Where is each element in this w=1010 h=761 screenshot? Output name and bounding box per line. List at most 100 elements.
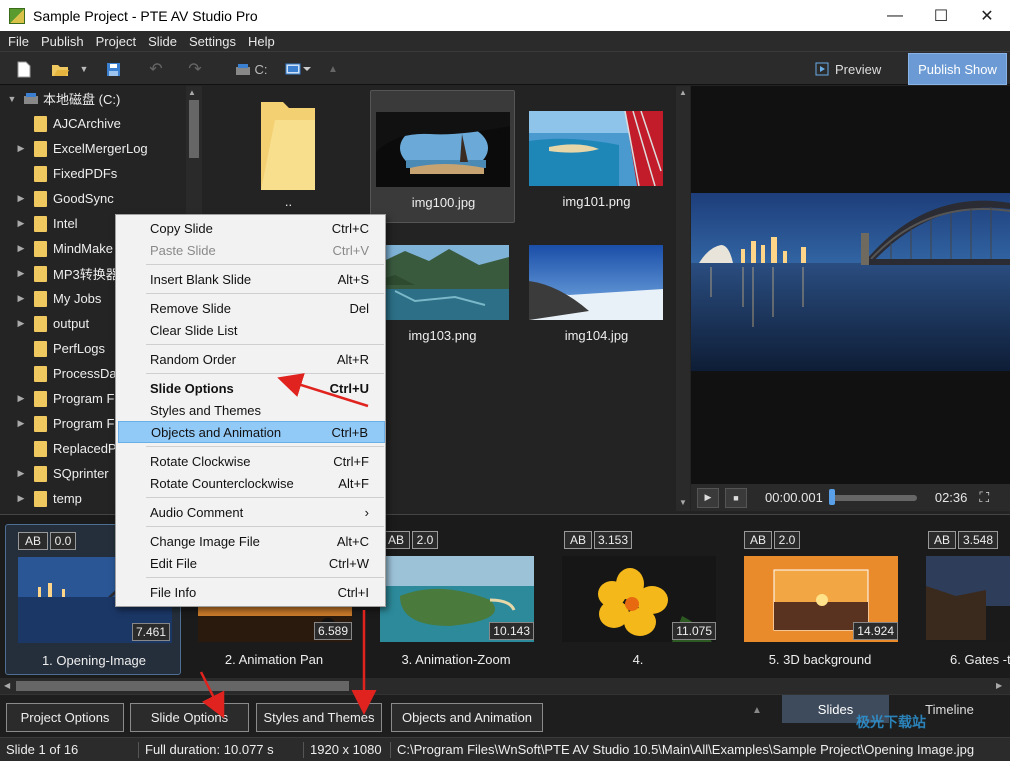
expand-icon[interactable]: ▶ xyxy=(14,468,28,479)
scroll-up-icon[interactable]: ▲ xyxy=(188,88,196,97)
menu-item-paste-slide[interactable]: Paste Slide Ctrl+V xyxy=(118,239,385,261)
styles-themes-button[interactable]: Styles and Themes xyxy=(256,703,382,732)
tree-item[interactable]: ▶ ExcelMergerLog xyxy=(0,136,186,161)
slide-item-4[interactable]: AB 3.153 11.075 4. xyxy=(550,524,726,675)
scroll-down-icon[interactable]: ▼ xyxy=(679,498,687,507)
file-item-img101[interactable]: img101.png xyxy=(524,90,669,223)
transition-time[interactable]: 3.153 xyxy=(594,531,632,549)
transition-badge[interactable]: AB xyxy=(928,531,956,549)
drive-icon xyxy=(24,93,38,104)
expand-icon[interactable]: ▶ xyxy=(14,293,28,304)
expand-icon[interactable]: ▶ xyxy=(14,193,28,204)
undo-icon[interactable]: ↶ xyxy=(146,59,166,79)
expand-icon[interactable]: ▶ xyxy=(14,143,28,154)
menu-item-rotate-clockwise[interactable]: Rotate Clockwise Ctrl+F xyxy=(118,450,385,472)
expand-icon[interactable]: ▶ xyxy=(14,318,28,329)
collapse-icon[interactable]: ▼ xyxy=(5,94,19,104)
file-item-img103[interactable]: img103.png xyxy=(370,224,515,357)
menu-item-edit-file[interactable]: Edit File Ctrl+W xyxy=(118,552,385,574)
menu-item-random-order[interactable]: Random Order Alt+R xyxy=(118,348,385,370)
tree-item[interactable]: AJCArchive xyxy=(0,111,186,136)
slide-name: 4. xyxy=(632,652,644,667)
slide-name: 3. Animation-Zoom xyxy=(401,652,511,667)
transition-badge[interactable]: AB xyxy=(744,531,772,549)
current-time: 00:00.001 xyxy=(765,490,823,505)
menu-item-remove-slide[interactable]: Remove Slide Del xyxy=(118,297,385,319)
menu-item-objects-animation[interactable]: Objects and Animation Ctrl+B xyxy=(118,421,385,443)
publish-show-button[interactable]: Publish Show xyxy=(908,53,1007,85)
menu-file[interactable]: File xyxy=(2,34,35,49)
expand-icon[interactable]: ▶ xyxy=(14,393,28,404)
tree-item[interactable]: ▶ GoodSync xyxy=(0,186,186,211)
collapse-panel-icon[interactable]: ▲ xyxy=(752,705,762,716)
tree-item-label: Program F xyxy=(53,416,115,431)
menu-item-audio-comment[interactable]: Audio Comment › xyxy=(118,501,385,523)
transition-time[interactable]: 2.0 xyxy=(774,531,800,549)
slide-item-6[interactable]: AB 3.548 6. Gates -t xyxy=(914,524,1010,675)
menu-item-styles-themes[interactable]: Styles and Themes xyxy=(118,399,385,421)
slide-scroll-thumb[interactable] xyxy=(16,681,349,691)
menu-slide[interactable]: Slide xyxy=(142,34,183,49)
menu-item-change-image-file[interactable]: Change Image File Alt+C xyxy=(118,530,385,552)
menu-publish[interactable]: Publish xyxy=(35,34,90,49)
expand-icon[interactable]: ▶ xyxy=(14,268,28,279)
transition-time[interactable]: 2.0 xyxy=(412,531,438,549)
grid-scrollbar[interactable]: ▲ ▼ xyxy=(676,86,690,511)
scroll-right-icon[interactable]: ▶ xyxy=(996,681,1002,690)
view-mode-icon[interactable] xyxy=(284,59,312,79)
expand-icon[interactable]: ▶ xyxy=(14,243,28,254)
close-button[interactable]: ✕ xyxy=(964,0,1010,31)
maximize-button[interactable]: ☐ xyxy=(918,0,964,31)
transition-badge[interactable]: AB xyxy=(18,532,48,550)
tree-item[interactable]: FixedPDFs xyxy=(0,161,186,186)
expand-icon[interactable]: ▶ xyxy=(14,218,28,229)
transition-time[interactable]: 3.548 xyxy=(958,531,998,549)
minimize-button[interactable]: — xyxy=(872,0,918,31)
seek-handle[interactable] xyxy=(828,488,835,505)
toolbar: ▼ ↶ ↷ C: ▲ Preview Publish Show xyxy=(0,51,1010,85)
slide-scrollbar[interactable]: ◀ ▶ xyxy=(0,678,1010,694)
seek-slider[interactable] xyxy=(828,488,917,505)
tree-item-label: Intel xyxy=(53,216,78,231)
objects-animation-button[interactable]: Objects and Animation xyxy=(391,703,543,732)
open-dropdown-icon[interactable]: ▼ xyxy=(79,59,89,79)
drive-selector[interactable]: C: xyxy=(232,59,270,79)
menu-project[interactable]: Project xyxy=(90,34,142,49)
project-options-button[interactable]: Project Options xyxy=(6,703,124,732)
menu-help[interactable]: Help xyxy=(242,34,281,49)
menu-item-insert-blank-slide[interactable]: Insert Blank Slide Alt+S xyxy=(118,268,385,290)
slide-name: 2. Animation Pan xyxy=(224,652,324,667)
file-item-img100[interactable]: img100.jpg xyxy=(370,90,515,223)
tree-scroll-thumb[interactable] xyxy=(189,100,199,158)
expand-icon[interactable]: ▶ xyxy=(14,493,28,504)
file-item-img104[interactable]: img104.jpg xyxy=(524,224,669,357)
slide-item-5[interactable]: AB 2.0 14.924 5. 3D background xyxy=(732,524,908,675)
slide-item-3[interactable]: AB 2.0 10.143 3. Animation-Zoom xyxy=(368,524,544,675)
transition-time[interactable]: 0.0 xyxy=(50,532,76,550)
up-folder-icon[interactable]: ▲ xyxy=(326,59,340,79)
menu-item-clear-slide-list[interactable]: Clear Slide List xyxy=(118,319,385,341)
tree-root[interactable]: ▼ 本地磁盘 (C:) xyxy=(0,86,186,111)
folder-icon xyxy=(34,265,47,282)
expand-icon[interactable]: ▶ xyxy=(14,418,28,429)
menu-item-copy-slide[interactable]: Copy Slide Ctrl+C xyxy=(118,217,385,239)
menu-item-slide-options[interactable]: Slide Options Ctrl+U xyxy=(118,377,385,399)
new-file-icon[interactable] xyxy=(14,59,34,79)
scroll-up-icon[interactable]: ▲ xyxy=(679,88,687,97)
folder-icon xyxy=(34,390,47,407)
file-item-parent[interactable]: .. xyxy=(216,90,361,223)
menu-settings[interactable]: Settings xyxy=(183,34,242,49)
transition-badge[interactable]: AB xyxy=(382,531,410,549)
fullscreen-icon[interactable]: ⛶ xyxy=(979,489,989,506)
menu-item-rotate-counterclockwise[interactable]: Rotate Counterclockwise Alt+F xyxy=(118,472,385,494)
stop-button[interactable]: ■ xyxy=(725,487,747,508)
transition-badge[interactable]: AB xyxy=(564,531,592,549)
preview-button[interactable]: Preview xyxy=(809,56,898,82)
redo-icon[interactable]: ↷ xyxy=(185,59,205,79)
save-icon[interactable] xyxy=(103,59,123,79)
menu-item-file-info[interactable]: File Info Ctrl+I xyxy=(118,581,385,603)
scroll-left-icon[interactable]: ◀ xyxy=(4,681,10,690)
open-folder-icon[interactable] xyxy=(50,59,70,79)
slide-options-button[interactable]: Slide Options xyxy=(130,703,249,732)
play-button[interactable]: ▶ xyxy=(697,487,719,508)
